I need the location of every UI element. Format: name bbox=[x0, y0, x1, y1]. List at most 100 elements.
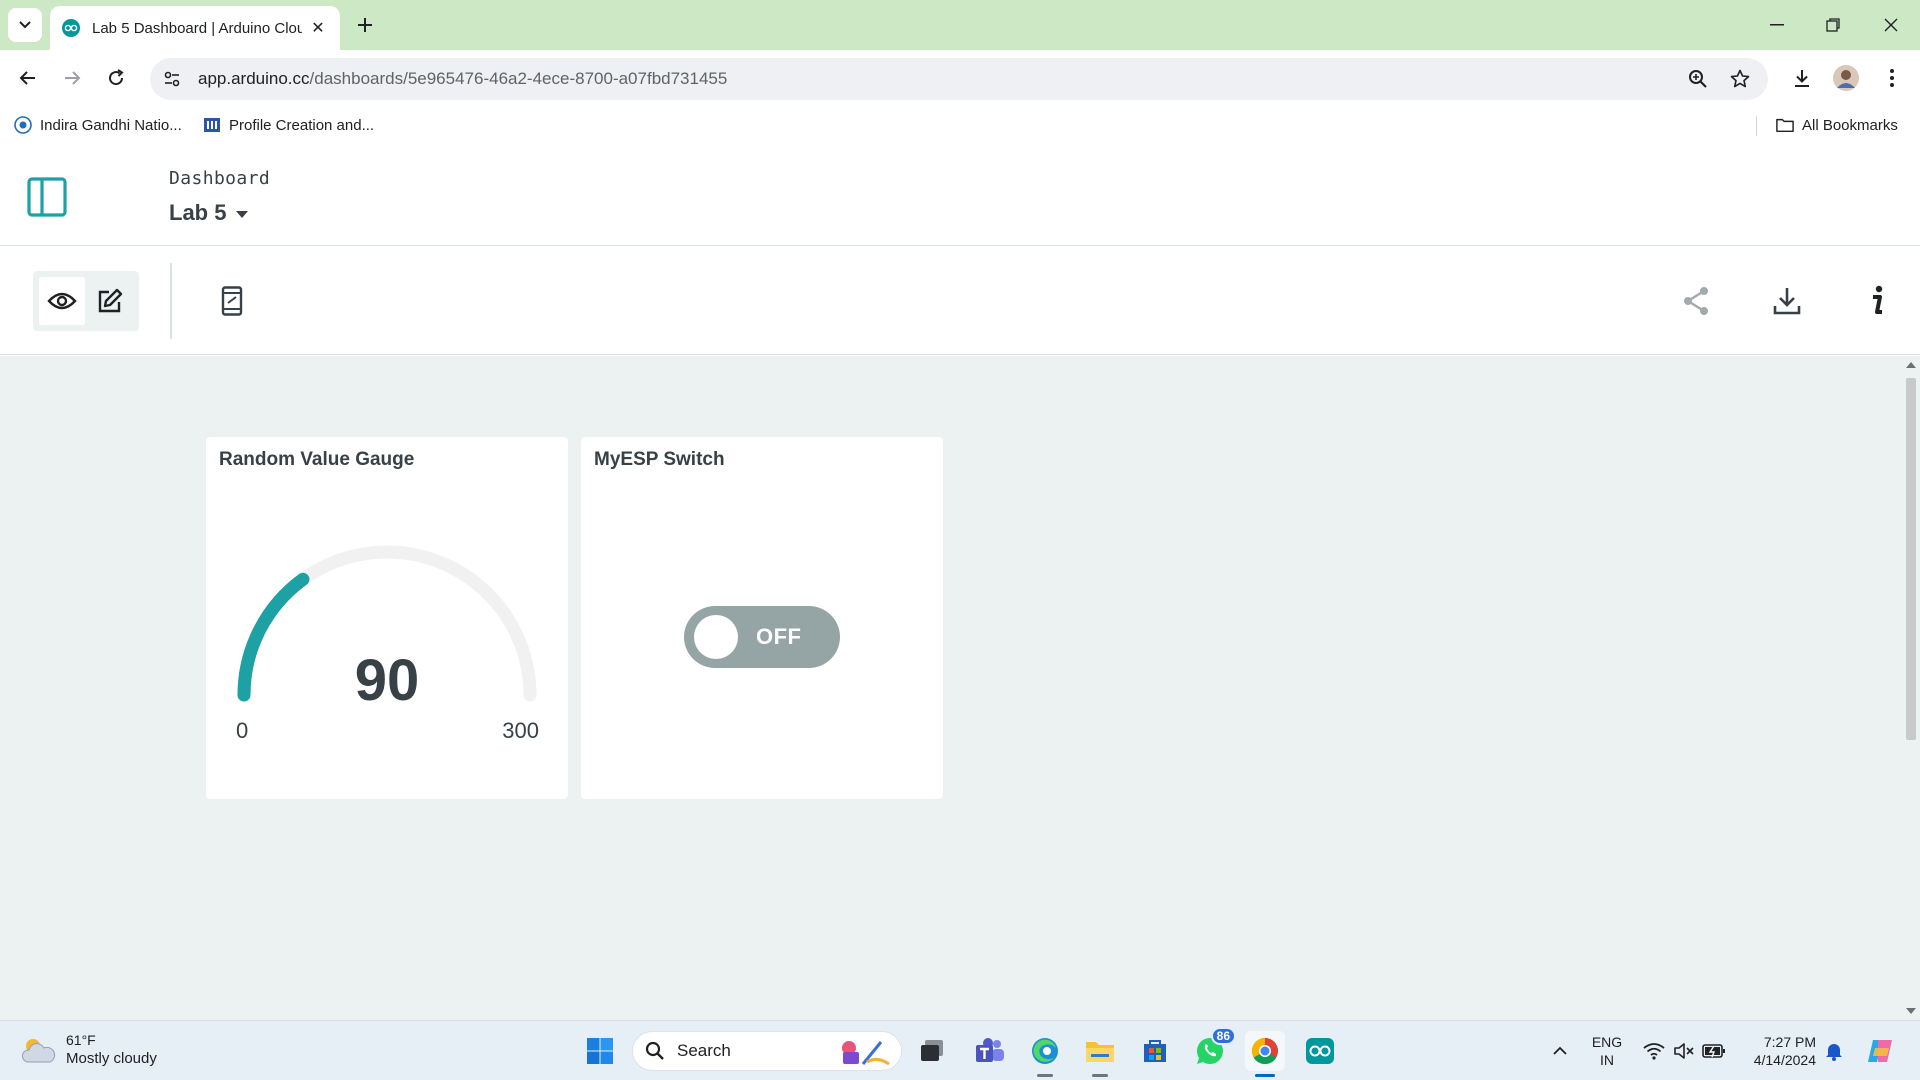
dashboard-toolbar bbox=[0, 247, 1920, 355]
address-bar[interactable]: app.arduino.cc/dashboards/5e965476-46a2-… bbox=[150, 58, 1768, 100]
download-data-button[interactable] bbox=[1763, 277, 1811, 325]
eye-icon bbox=[47, 292, 77, 310]
dashboard-title: Lab 5 bbox=[169, 200, 227, 225]
notification-badge: 86 bbox=[1210, 1027, 1236, 1045]
gauge-widget[interactable]: Random Value Gauge 90 0 300 bbox=[206, 437, 568, 799]
wifi-status[interactable] bbox=[1642, 1039, 1666, 1063]
star-icon bbox=[1730, 69, 1750, 88]
whatsapp-app[interactable]: 86 bbox=[1190, 1027, 1236, 1071]
download-icon bbox=[1773, 288, 1801, 315]
reload-icon bbox=[109, 69, 124, 86]
back-button[interactable] bbox=[8, 58, 48, 98]
switch-widget[interactable]: MyESP Switch OFF bbox=[581, 437, 943, 799]
browser-tab-active[interactable]: Lab 5 Dashboard | Arduino Cloud ✕ bbox=[50, 6, 340, 50]
canvas-scrollbar[interactable] bbox=[1902, 356, 1920, 1020]
clock-time: 7:27 PM bbox=[1763, 1034, 1816, 1050]
site-info-button[interactable] bbox=[156, 63, 188, 95]
toggle-switch[interactable]: OFF bbox=[684, 606, 840, 668]
toolbar-divider bbox=[170, 263, 172, 339]
arduino-app[interactable] bbox=[1300, 1031, 1340, 1071]
dashboard-selector[interactable]: Lab 5 bbox=[169, 200, 249, 226]
mode-toggle-group bbox=[33, 271, 139, 331]
bookmark-star-button[interactable] bbox=[1724, 63, 1756, 95]
info-button[interactable] bbox=[1853, 277, 1901, 325]
volume-status[interactable] bbox=[1672, 1039, 1696, 1063]
chevron-down-icon bbox=[19, 21, 31, 29]
region-code: IN bbox=[1600, 1052, 1614, 1068]
avatar bbox=[1833, 65, 1859, 91]
switch-knob bbox=[694, 615, 738, 659]
start-button[interactable] bbox=[580, 1031, 620, 1071]
folder-icon bbox=[1776, 116, 1794, 134]
close-icon bbox=[1884, 18, 1898, 32]
gauge-value: 90 bbox=[354, 648, 420, 713]
downloads-button[interactable] bbox=[1782, 58, 1822, 98]
chevron-up-icon bbox=[1553, 1046, 1567, 1055]
share-icon bbox=[1684, 287, 1708, 315]
active-indicator bbox=[1255, 1074, 1275, 1077]
share-button[interactable] bbox=[1672, 277, 1720, 325]
folder-icon bbox=[1086, 1042, 1114, 1062]
edge-icon bbox=[1032, 1038, 1058, 1064]
clock[interactable]: 7:27 PM 4/14/2024 bbox=[1748, 1033, 1816, 1069]
notifications-button[interactable] bbox=[1822, 1039, 1846, 1063]
scroll-thumb[interactable] bbox=[1906, 378, 1916, 740]
taskbar-search[interactable]: Search bbox=[632, 1031, 902, 1071]
edit-icon bbox=[98, 288, 123, 313]
search-label: Search bbox=[677, 1041, 731, 1060]
profile-button[interactable] bbox=[1826, 58, 1866, 98]
bookmark-site-icon bbox=[203, 116, 221, 134]
reload-button[interactable] bbox=[96, 58, 136, 98]
gauge-dial bbox=[237, 545, 537, 702]
bookmark-item[interactable]: Profile Creation and... bbox=[203, 114, 374, 136]
show-hidden-icons-button[interactable] bbox=[1548, 1039, 1572, 1063]
edge-app[interactable] bbox=[1025, 1031, 1065, 1077]
teams-app[interactable] bbox=[970, 1031, 1010, 1071]
battery-status[interactable] bbox=[1702, 1039, 1726, 1063]
bookmarks-separator bbox=[1756, 116, 1757, 136]
minimize-button[interactable] bbox=[1754, 0, 1800, 50]
windows-taskbar: 61°F Mostly cloudy Search 86 ENG IN 7:27… bbox=[0, 1020, 1920, 1080]
weather-widget[interactable]: 61°F Mostly cloudy bbox=[20, 1031, 157, 1069]
chrome-menu-button[interactable] bbox=[1872, 58, 1912, 98]
breadcrumb[interactable]: Dashboard bbox=[169, 168, 270, 189]
sidebar-panel-icon bbox=[27, 177, 67, 217]
input-language[interactable]: ENG IN bbox=[1590, 1033, 1624, 1069]
new-tab-button[interactable] bbox=[350, 10, 380, 40]
tab-close-icon[interactable]: ✕ bbox=[308, 18, 328, 38]
minimize-icon bbox=[1770, 24, 1784, 26]
bookmark-item[interactable]: Indira Gandhi Natio... bbox=[14, 114, 182, 136]
download-icon bbox=[1795, 70, 1809, 87]
tab-title: Lab 5 Dashboard | Arduino Cloud bbox=[92, 19, 302, 37]
zoom-button[interactable] bbox=[1682, 63, 1714, 95]
caret-down-icon bbox=[236, 211, 249, 218]
scroll-down-icon[interactable] bbox=[1906, 1008, 1916, 1014]
restore-icon bbox=[1826, 18, 1840, 32]
store-icon bbox=[1144, 1040, 1166, 1062]
browser-tabstrip: Lab 5 Dashboard | Arduino Cloud ✕ bbox=[0, 0, 1920, 50]
arduino-favicon-icon bbox=[62, 19, 80, 37]
mobile-view-button[interactable] bbox=[208, 277, 256, 325]
more-vertical-icon bbox=[1890, 69, 1894, 87]
microsoft-store-app[interactable] bbox=[1135, 1031, 1175, 1071]
forward-button[interactable] bbox=[52, 58, 92, 98]
file-explorer-app[interactable] bbox=[1080, 1031, 1120, 1077]
switch-state-label: OFF bbox=[756, 624, 802, 649]
close-window-button[interactable] bbox=[1868, 0, 1914, 50]
edit-mode-button[interactable] bbox=[87, 277, 133, 325]
teams-icon bbox=[976, 1038, 1004, 1062]
search-highlight-icon bbox=[842, 1041, 890, 1066]
sidebar-toggle-button[interactable] bbox=[26, 176, 68, 218]
task-view-button[interactable] bbox=[912, 1031, 952, 1071]
copilot-button[interactable] bbox=[1864, 1035, 1896, 1067]
url-text: app.arduino.cc/dashboards/5e965476-46a2-… bbox=[198, 69, 727, 89]
all-bookmarks-button[interactable]: All Bookmarks bbox=[1776, 114, 1898, 136]
view-mode-button[interactable] bbox=[39, 277, 85, 325]
tab-search-button[interactable] bbox=[8, 8, 42, 42]
restore-button[interactable] bbox=[1810, 0, 1856, 50]
scroll-up-icon[interactable] bbox=[1906, 362, 1916, 368]
bookmark-label: Indira Gandhi Natio... bbox=[40, 116, 182, 134]
chrome-icon bbox=[1251, 1037, 1278, 1065]
chrome-app[interactable] bbox=[1245, 1031, 1285, 1077]
bookmarks-bar: Indira Gandhi Natio... Profile Creation … bbox=[0, 108, 1920, 142]
